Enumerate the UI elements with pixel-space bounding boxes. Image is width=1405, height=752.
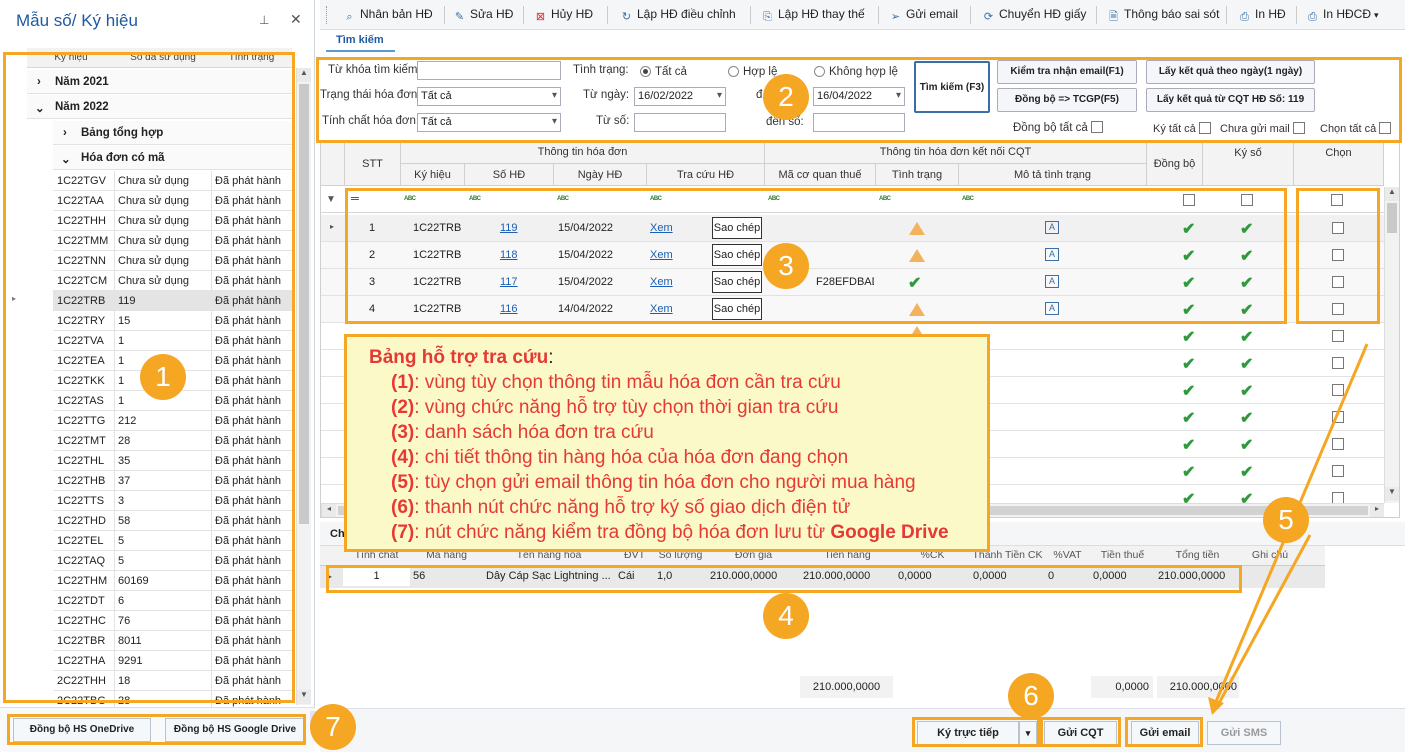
note-marker: (6)	[391, 497, 415, 518]
marker-6: 6	[1008, 673, 1054, 719]
marker-7: 7	[310, 704, 356, 750]
note-line: (6): thanh nút chức năng hỗ trợ ký số gi…	[391, 497, 850, 519]
marker-2: 2	[763, 74, 809, 120]
note-marker: (5)	[391, 472, 415, 493]
note-text: : tùy chọn gửi email thông tin hóa đơn c…	[414, 472, 916, 493]
note-text: : danh sách hóa đơn tra cứu	[414, 422, 654, 443]
note-text: : nút chức năng kiểm tra đồng bộ hóa đơn…	[414, 522, 831, 543]
note-line: (3): danh sách hóa đơn tra cứu	[391, 422, 654, 444]
note-line: (5): tùy chọn gửi email thông tin hóa đơ…	[391, 472, 916, 494]
note-marker: (7)	[391, 522, 415, 543]
note-marker: (1)	[391, 372, 415, 393]
note-line: (4): chi tiết thông tin hàng hóa của hóa…	[391, 447, 848, 469]
note-text: : thanh nút chức năng hỗ trợ ký số giao …	[414, 497, 851, 518]
note-text: : vùng chức năng hỗ trợ tùy chọn thời gi…	[414, 397, 839, 418]
marker-4: 4	[763, 593, 809, 639]
marker-3: 3	[763, 243, 809, 289]
note-line: (1): vùng tùy chọn thông tin mẫu hóa đơn…	[391, 372, 841, 394]
note-marker: (2)	[391, 397, 415, 418]
note-gdrive: Google Drive	[830, 522, 949, 543]
help-note: Bảng hỗ trợ tra cứu: (1): vùng tùy chọn …	[344, 334, 990, 552]
note-title: Bảng hỗ trợ tra cứu:	[369, 347, 554, 368]
note-text: : chi tiết thông tin hàng hóa của hóa đơ…	[414, 447, 849, 468]
note-text: : vùng tùy chọn thông tin mẫu hóa đơn cầ…	[414, 372, 841, 393]
marker-5: 5	[1263, 497, 1309, 543]
note-line: (7): nút chức năng kiểm tra đồng bộ hóa …	[391, 522, 949, 544]
note-marker: (3)	[391, 422, 415, 443]
note-marker: (4)	[391, 447, 415, 468]
marker-1: 1	[140, 354, 186, 400]
note-line: (2): vùng chức năng hỗ trợ tùy chọn thời…	[391, 397, 839, 419]
